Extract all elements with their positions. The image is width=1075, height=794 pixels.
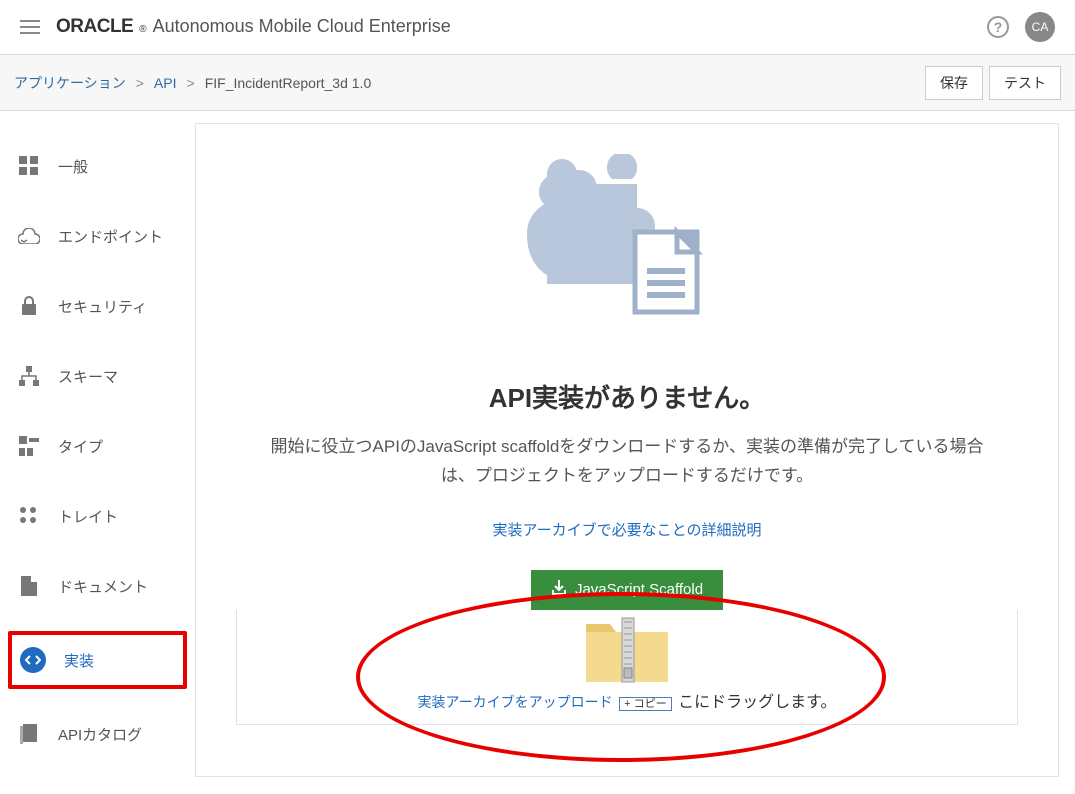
sidebar-item-label: APIカタログ — [58, 724, 142, 745]
content-panel: API実装がありません。 開始に役立つAPIのJavaScript scaffo… — [195, 123, 1059, 777]
sidebar-item-label: トレイト — [58, 506, 118, 527]
sidebar-item-traits[interactable]: トレイト — [8, 491, 187, 541]
lock-icon — [18, 295, 40, 317]
sidebar-item-label: タイプ — [58, 436, 103, 457]
sidebar-item-implementation[interactable]: 実装 — [14, 637, 181, 683]
breadcrumb-applications[interactable]: アプリケーション — [14, 73, 126, 93]
scaffold-button-label: JavaScript Scaffold — [575, 581, 703, 598]
upload-dropzone[interactable]: 実装アーカイブをアップロード + コピー こにドラッグします。 — [236, 610, 1018, 725]
sidebar-item-label: ドキュメント — [58, 576, 148, 597]
implementation-icon — [20, 647, 46, 673]
types-icon — [18, 435, 40, 457]
breadcrumb-api[interactable]: API — [154, 75, 177, 91]
registered-mark: ® — [139, 24, 146, 35]
sidebar-item-label: 一般 — [58, 156, 88, 177]
catalog-icon — [18, 723, 40, 745]
sidebar-item-label: 実装 — [64, 650, 94, 671]
app-bar: ORACLE ® Autonomous Mobile Cloud Enterpri… — [0, 0, 1075, 55]
sidebar-item-general[interactable]: 一般 — [8, 141, 187, 191]
test-button[interactable]: テスト — [989, 66, 1061, 100]
main: 一般 エンドポイント セキュリティ スキーマ タイプ — [0, 111, 1075, 789]
sidebar-item-schema[interactable]: スキーマ — [8, 351, 187, 401]
download-icon — [551, 580, 567, 600]
sidebar-item-types[interactable]: タイプ — [8, 421, 187, 471]
breadcrumb: アプリケーション > API > FIF_IncidentReport_3d 1… — [14, 73, 371, 93]
sidebar-item-label: セキュリティ — [58, 296, 147, 317]
grid-icon — [18, 155, 40, 177]
sidebar-item-security[interactable]: セキュリティ — [8, 281, 187, 331]
copy-badge: + コピー — [619, 697, 671, 711]
dropzone-prefix: 実装アーカイブをアップロード — [418, 694, 613, 710]
sub-bar: アプリケーション > API > FIF_IncidentReport_3d 1… — [0, 55, 1075, 111]
highlighted-selection: 実装 — [8, 631, 187, 689]
breadcrumb-separator: > — [187, 75, 195, 91]
sidebar-item-api-catalog[interactable]: APIカタログ — [8, 709, 187, 759]
save-button[interactable]: 保存 — [925, 66, 983, 100]
cloud-icon — [18, 225, 40, 247]
sidebar-item-label: エンドポイント — [58, 226, 163, 247]
breadcrumb-current: FIF_IncidentReport_3d 1.0 — [205, 75, 372, 91]
breadcrumb-separator: > — [136, 75, 144, 91]
dropzone-suffix: こにドラッグします。 — [678, 694, 836, 711]
avatar[interactable]: CA — [1025, 12, 1055, 42]
product-name: Autonomous Mobile Cloud Enterprise — [153, 16, 451, 37]
brand-oracle: ORACLE — [56, 16, 133, 38]
folder-zip-icon — [582, 608, 672, 688]
empty-state-illustration — [527, 154, 727, 364]
sidebar-item-endpoints[interactable]: エンドポイント — [8, 211, 187, 261]
menu-icon[interactable] — [20, 16, 40, 38]
sitemap-icon — [18, 365, 40, 387]
brand: ORACLE ® Autonomous Mobile Cloud Enterpri… — [56, 16, 451, 38]
dropzone-text: 実装アーカイブをアップロード + コピー こにドラッグします。 — [418, 688, 837, 712]
info-link[interactable]: 実装アーカイブで必要なことの詳細説明 — [493, 519, 762, 540]
help-icon[interactable]: ? — [987, 16, 1009, 38]
traits-icon — [18, 505, 40, 527]
document-icon — [18, 575, 40, 597]
empty-state-description: 開始に役立つAPIのJavaScript scaffoldをダウンロードするか、… — [262, 433, 992, 491]
scaffold-download-button[interactable]: JavaScript Scaffold — [531, 570, 723, 610]
sidebar: 一般 エンドポイント セキュリティ スキーマ タイプ — [0, 111, 195, 789]
sidebar-item-documents[interactable]: ドキュメント — [8, 561, 187, 611]
empty-state-title: API実装がありません。 — [489, 378, 766, 415]
sidebar-item-label: スキーマ — [58, 366, 118, 387]
